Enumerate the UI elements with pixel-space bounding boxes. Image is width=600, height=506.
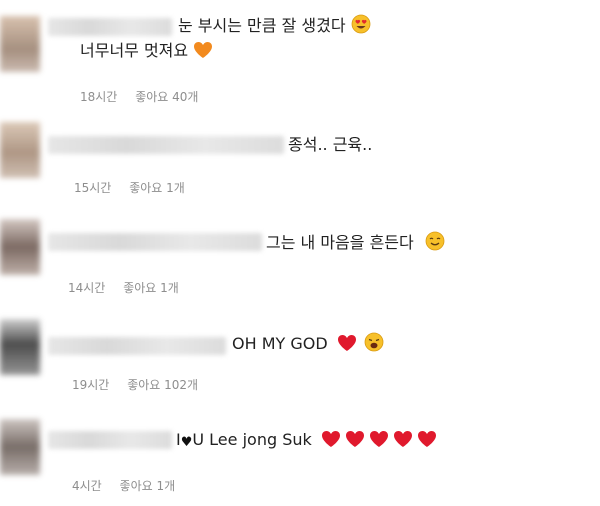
comment-line-suffix: U Lee jong Suk [192, 430, 312, 449]
timestamp[interactable]: 14시간 [68, 281, 105, 295]
comment-3: 그는 내 마음을 흔든다 14시간 좋아요 1개 [0, 205, 600, 305]
comment-line: 눈 부시는 만큼 잘 생겼다 [178, 16, 346, 35]
comment-meta: 15시간 좋아요 1개 [74, 179, 199, 196]
smiling-face-icon [425, 231, 445, 251]
like-count[interactable]: 좋아요 40개 [135, 90, 198, 104]
avatar[interactable] [0, 122, 40, 178]
like-count[interactable]: 좋아요 1개 [120, 479, 176, 493]
black-heart-icon: ♥ [180, 435, 193, 450]
username[interactable] [48, 337, 226, 355]
comment-text: OH MY GOD [232, 332, 384, 355]
comment-line: 종석.. 근육.. [288, 135, 373, 154]
red-heart-icon [321, 431, 340, 447]
like-count[interactable]: 좋아요 1개 [123, 281, 179, 295]
like-count[interactable]: 좋아요 102개 [127, 378, 198, 392]
like-count[interactable]: 좋아요 1개 [129, 181, 185, 195]
username[interactable] [48, 233, 262, 251]
comment-4: OH MY GOD 19시간 좋아요 102개 [0, 305, 600, 405]
comment-text: 눈 부시는 만큼 잘 생겼다 [178, 14, 371, 37]
red-heart-icon [337, 335, 356, 351]
heart-eyes-icon [351, 14, 371, 34]
timestamp[interactable]: 15시간 [74, 181, 111, 195]
weary-face-icon [364, 332, 384, 352]
username[interactable] [48, 136, 284, 154]
comment-text: I♥U Lee jong Suk [176, 429, 437, 454]
comment-text-line2: 너무너무 멋져요 [80, 40, 213, 62]
username[interactable] [48, 18, 172, 36]
comment-line: 그는 내 마음을 흔든다 [266, 233, 414, 252]
comment-text: 그는 내 마음을 흔든다 [266, 231, 445, 254]
comment-meta: 19시간 좋아요 102개 [72, 376, 212, 393]
comment-meta: 4시간 좋아요 1개 [72, 477, 189, 494]
username[interactable] [48, 431, 172, 449]
orange-heart-icon [194, 42, 213, 58]
comment-line: 너무너무 멋져요 [80, 41, 189, 60]
red-heart-icon [369, 431, 388, 447]
comment-5: I♥U Lee jong Suk 4시간 좋아요 1개 [0, 405, 600, 506]
red-heart-icon [417, 431, 436, 447]
avatar[interactable] [0, 219, 40, 275]
comment-line: OH MY GOD [232, 334, 328, 353]
avatar[interactable] [0, 419, 40, 475]
timestamp[interactable]: 19시간 [72, 378, 109, 392]
comment-text: 종석.. 근육.. [288, 134, 372, 156]
comment-2: 종석.. 근육.. 15시간 좋아요 1개 [0, 110, 600, 205]
avatar[interactable] [0, 319, 40, 375]
red-heart-icon [393, 431, 412, 447]
timestamp[interactable]: 4시간 [72, 479, 102, 493]
avatar[interactable] [0, 16, 40, 72]
red-heart-icon [345, 431, 364, 447]
comment-meta: 14시간 좋아요 1개 [68, 279, 193, 296]
comment-1: 눈 부시는 만큼 잘 생겼다 너무너무 멋져요 18시간 좋아요 40개 [0, 0, 600, 110]
comment-meta: 18시간 좋아요 40개 [80, 88, 212, 105]
timestamp[interactable]: 18시간 [80, 90, 117, 104]
